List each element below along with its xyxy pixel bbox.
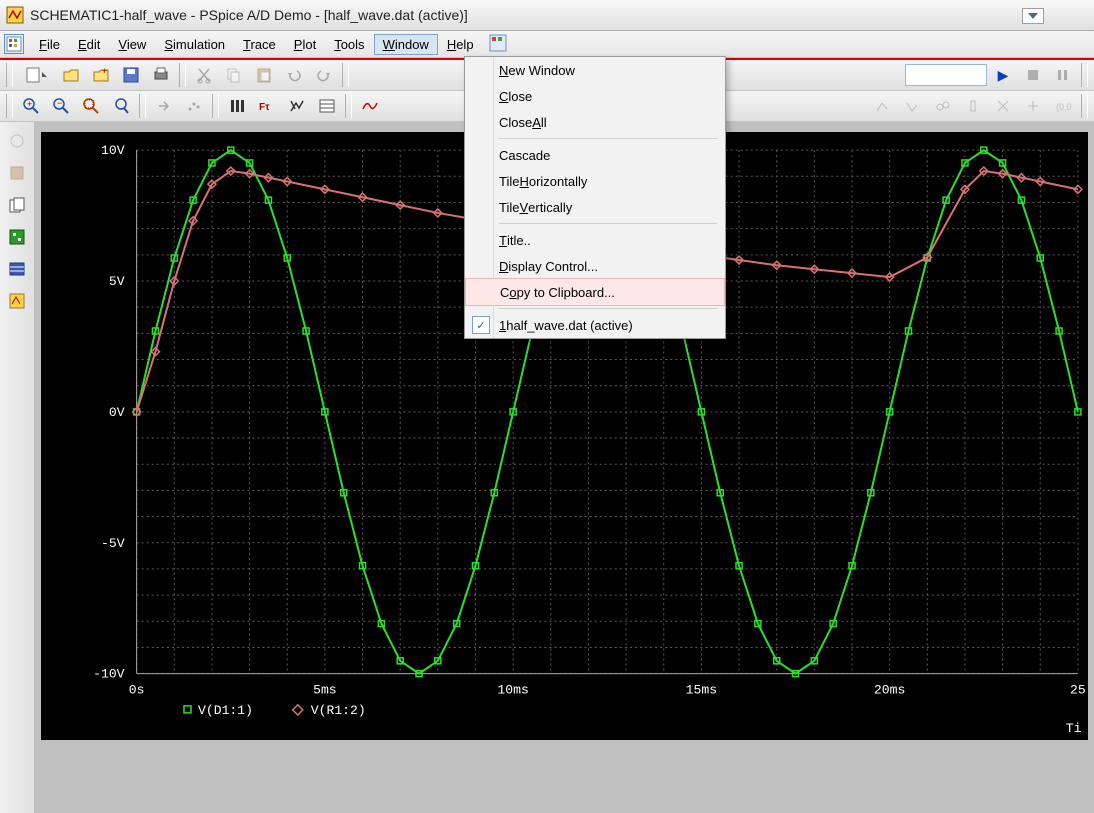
menu-trace[interactable]: Trace [234,34,285,55]
svg-text:-10V: -10V [93,667,125,682]
check-icon: ✓ [472,316,490,334]
marker-7-button[interactable]: (0,0) [1049,93,1077,119]
print-button[interactable] [147,62,175,88]
window-title: SCHEMATIC1-half_wave - PSpice A/D Demo -… [30,7,468,23]
svg-text:+: + [27,99,32,109]
menu-tools[interactable]: Tools [325,34,373,55]
menu-window[interactable]: Window [374,34,438,55]
marker-5-button[interactable] [989,93,1017,119]
side-btn-4[interactable] [4,224,30,250]
redo-button[interactable] [310,62,338,88]
cut-button[interactable] [190,62,218,88]
new-button[interactable] [17,62,55,88]
svg-text:-5V: -5V [101,536,125,551]
marker-6-button[interactable] [1019,93,1047,119]
zoom-fit-button[interactable] [107,93,135,119]
arrow-right-button[interactable] [150,93,178,119]
open-button[interactable] [57,62,85,88]
menu-bar: FileEditViewSimulationTracePlotToolsWind… [0,31,1094,58]
play-icon: ▶ [998,67,1009,84]
marker-1-button[interactable] [869,93,897,119]
svg-text:0s: 0s [129,683,145,698]
zoom-area-button[interactable] [77,93,105,119]
ribbon-caret[interactable] [1022,8,1044,24]
list-button[interactable] [313,93,341,119]
run-button[interactable]: ▶ [989,62,1017,88]
svg-text:V(R1:2): V(R1:2) [311,703,366,718]
pause-button[interactable] [1049,62,1077,88]
marker-3-button[interactable] [929,93,957,119]
svg-text:5ms: 5ms [313,683,337,698]
log-toggle-button[interactable] [223,93,251,119]
svg-text:5V: 5V [109,274,125,289]
svg-text:10V: 10V [101,143,125,158]
menu-item-new-window[interactable]: New Window [465,57,725,83]
side-btn-6[interactable] [4,288,30,314]
menu-item-tile-vertically[interactable]: Tile Vertically [465,194,725,220]
toolbar-field[interactable] [905,64,987,86]
menu-item-close[interactable]: Close [465,83,725,109]
menu-file[interactable]: File [30,34,69,55]
svg-text:10ms: 10ms [497,683,528,698]
menu-simulation[interactable]: Simulation [155,34,234,55]
menu-help[interactable]: Help [438,34,483,55]
app-icon [6,6,24,24]
zoom-out-button[interactable]: − [47,93,75,119]
open-append-button[interactable]: + [87,62,115,88]
svg-text:15ms: 15ms [686,683,717,698]
menu-item-cascade[interactable]: Cascade [465,142,725,168]
svg-text:Ti: Ti [1066,721,1082,736]
svg-text:25: 25 [1070,683,1086,698]
side-toolbar [0,122,35,813]
menu-item-copy-to-clipboard[interactable]: Copy to Clipboard... [465,278,725,306]
trace-button[interactable] [356,93,384,119]
paste-button[interactable] [250,62,278,88]
menu-item-title[interactable]: Title.. [465,227,725,253]
doc-icon [4,34,24,54]
window-menu-popup: New WindowCloseClose All CascadeTile Hori… [464,56,726,339]
svg-text:(0,0): (0,0) [1056,102,1072,112]
svg-text:−: − [57,98,62,108]
marker-2-button[interactable] [899,93,927,119]
menu-edit[interactable]: Edit [69,34,109,55]
menu-item-display-control[interactable]: Display Control... [465,253,725,279]
svg-text:Fτ: Fτ [259,102,270,113]
svg-text:20ms: 20ms [874,683,905,698]
save-button[interactable] [117,62,145,88]
menu-item-1-half-wave-dat-active[interactable]: ✓1 half_wave.dat (active) [465,312,725,338]
svg-text:V(D1:1): V(D1:1) [198,703,253,718]
svg-text:0V: 0V [109,405,125,420]
menu-item-close-all[interactable]: Close All [465,109,725,135]
menu-item-tile-horizontally[interactable]: Tile Horizontally [465,168,725,194]
side-btn-1[interactable] [4,128,30,154]
title-bar: SCHEMATIC1-half_wave - PSpice A/D Demo -… [0,0,1094,31]
side-btn-2[interactable] [4,160,30,186]
undo-button[interactable] [280,62,308,88]
perf-button[interactable] [283,93,311,119]
side-btn-3[interactable] [4,192,30,218]
stop-button[interactable] [1019,62,1047,88]
marker-4-button[interactable] [959,93,987,119]
menu-view[interactable]: View [109,34,155,55]
copy-button[interactable] [220,62,248,88]
svg-text:+: + [102,66,107,76]
side-btn-5[interactable] [4,256,30,282]
menu-extra-icon[interactable] [485,32,511,57]
menu-plot[interactable]: Plot [285,34,325,55]
fft-button[interactable]: Fτ [253,93,281,119]
zoom-in-button[interactable]: + [17,93,45,119]
points-button[interactable] [180,93,208,119]
